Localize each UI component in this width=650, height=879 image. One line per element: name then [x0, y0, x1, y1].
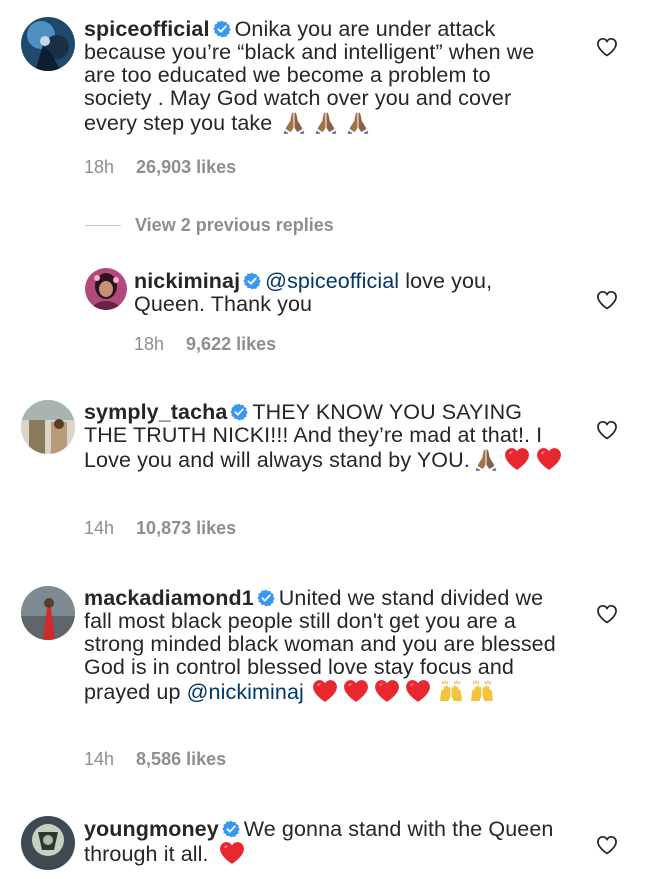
red-heart-emoji: [219, 841, 245, 865]
red-heart-emoji: [312, 679, 338, 703]
red-heart-emoji: [504, 447, 530, 471]
timestamp: 14h: [84, 749, 115, 769]
timestamp: 18h: [134, 334, 165, 354]
avatar[interactable]: [21, 816, 75, 870]
verified-badge-icon: [222, 820, 240, 838]
verified-badge-icon: [243, 272, 261, 290]
heart-outline-icon[interactable]: [596, 835, 618, 855]
folded-hands-emoji: [314, 110, 338, 134]
comment-meta: 14h 10,873 likes: [84, 518, 236, 539]
red-heart-emoji: [536, 447, 562, 471]
folded-hands-emoji: [282, 110, 306, 134]
avatar[interactable]: [21, 586, 75, 640]
like-count[interactable]: 26,903 likes: [136, 157, 236, 177]
heart-outline-icon[interactable]: [596, 37, 618, 57]
raising-hands-emoji: [468, 679, 496, 703]
mention-link[interactable]: @nickiminaj: [187, 680, 304, 704]
avatar[interactable]: [21, 17, 75, 71]
heart-outline-icon[interactable]: [596, 420, 618, 440]
username[interactable]: mackadiamond1: [84, 586, 254, 610]
heart-outline-icon[interactable]: [596, 290, 618, 310]
view-replies-label: View 2 previous replies: [135, 214, 334, 235]
username[interactable]: symply_tacha: [84, 400, 227, 424]
divider: [85, 224, 121, 226]
verified-badge-icon: [213, 20, 231, 38]
view-previous-replies-button[interactable]: View 2 previous replies: [85, 212, 334, 238]
raising-hands-emoji: [437, 679, 465, 703]
username[interactable]: youngmoney: [84, 817, 219, 841]
emoji-pray-group: [282, 111, 370, 135]
username[interactable]: spiceofficial: [84, 17, 210, 41]
comment-meta: 18h 9,622 likes: [134, 334, 276, 355]
comment-meta: 14h 8,586 likes: [84, 749, 226, 770]
username[interactable]: nickiminaj: [134, 269, 240, 293]
like-count[interactable]: 8,586 likes: [136, 749, 226, 769]
timestamp: 18h: [84, 157, 115, 177]
heart-outline-icon[interactable]: [596, 604, 618, 624]
avatar[interactable]: [85, 268, 127, 310]
timestamp: 14h: [84, 518, 115, 538]
avatar[interactable]: [21, 400, 75, 454]
red-heart-emoji: [405, 679, 431, 703]
red-heart-emoji: [343, 679, 369, 703]
folded-hands-emoji: [474, 447, 498, 471]
like-count[interactable]: 9,622 likes: [186, 334, 276, 354]
emoji-heart-group: [312, 680, 437, 704]
verified-badge-icon: [230, 403, 248, 421]
folded-hands-emoji: [346, 110, 370, 134]
like-count[interactable]: 10,873 likes: [136, 518, 236, 538]
red-heart-emoji: [374, 679, 400, 703]
mention-link[interactable]: @spiceofficial: [265, 269, 399, 293]
verified-badge-icon: [257, 589, 275, 607]
comment-meta: 18h 26,903 likes: [84, 157, 236, 178]
